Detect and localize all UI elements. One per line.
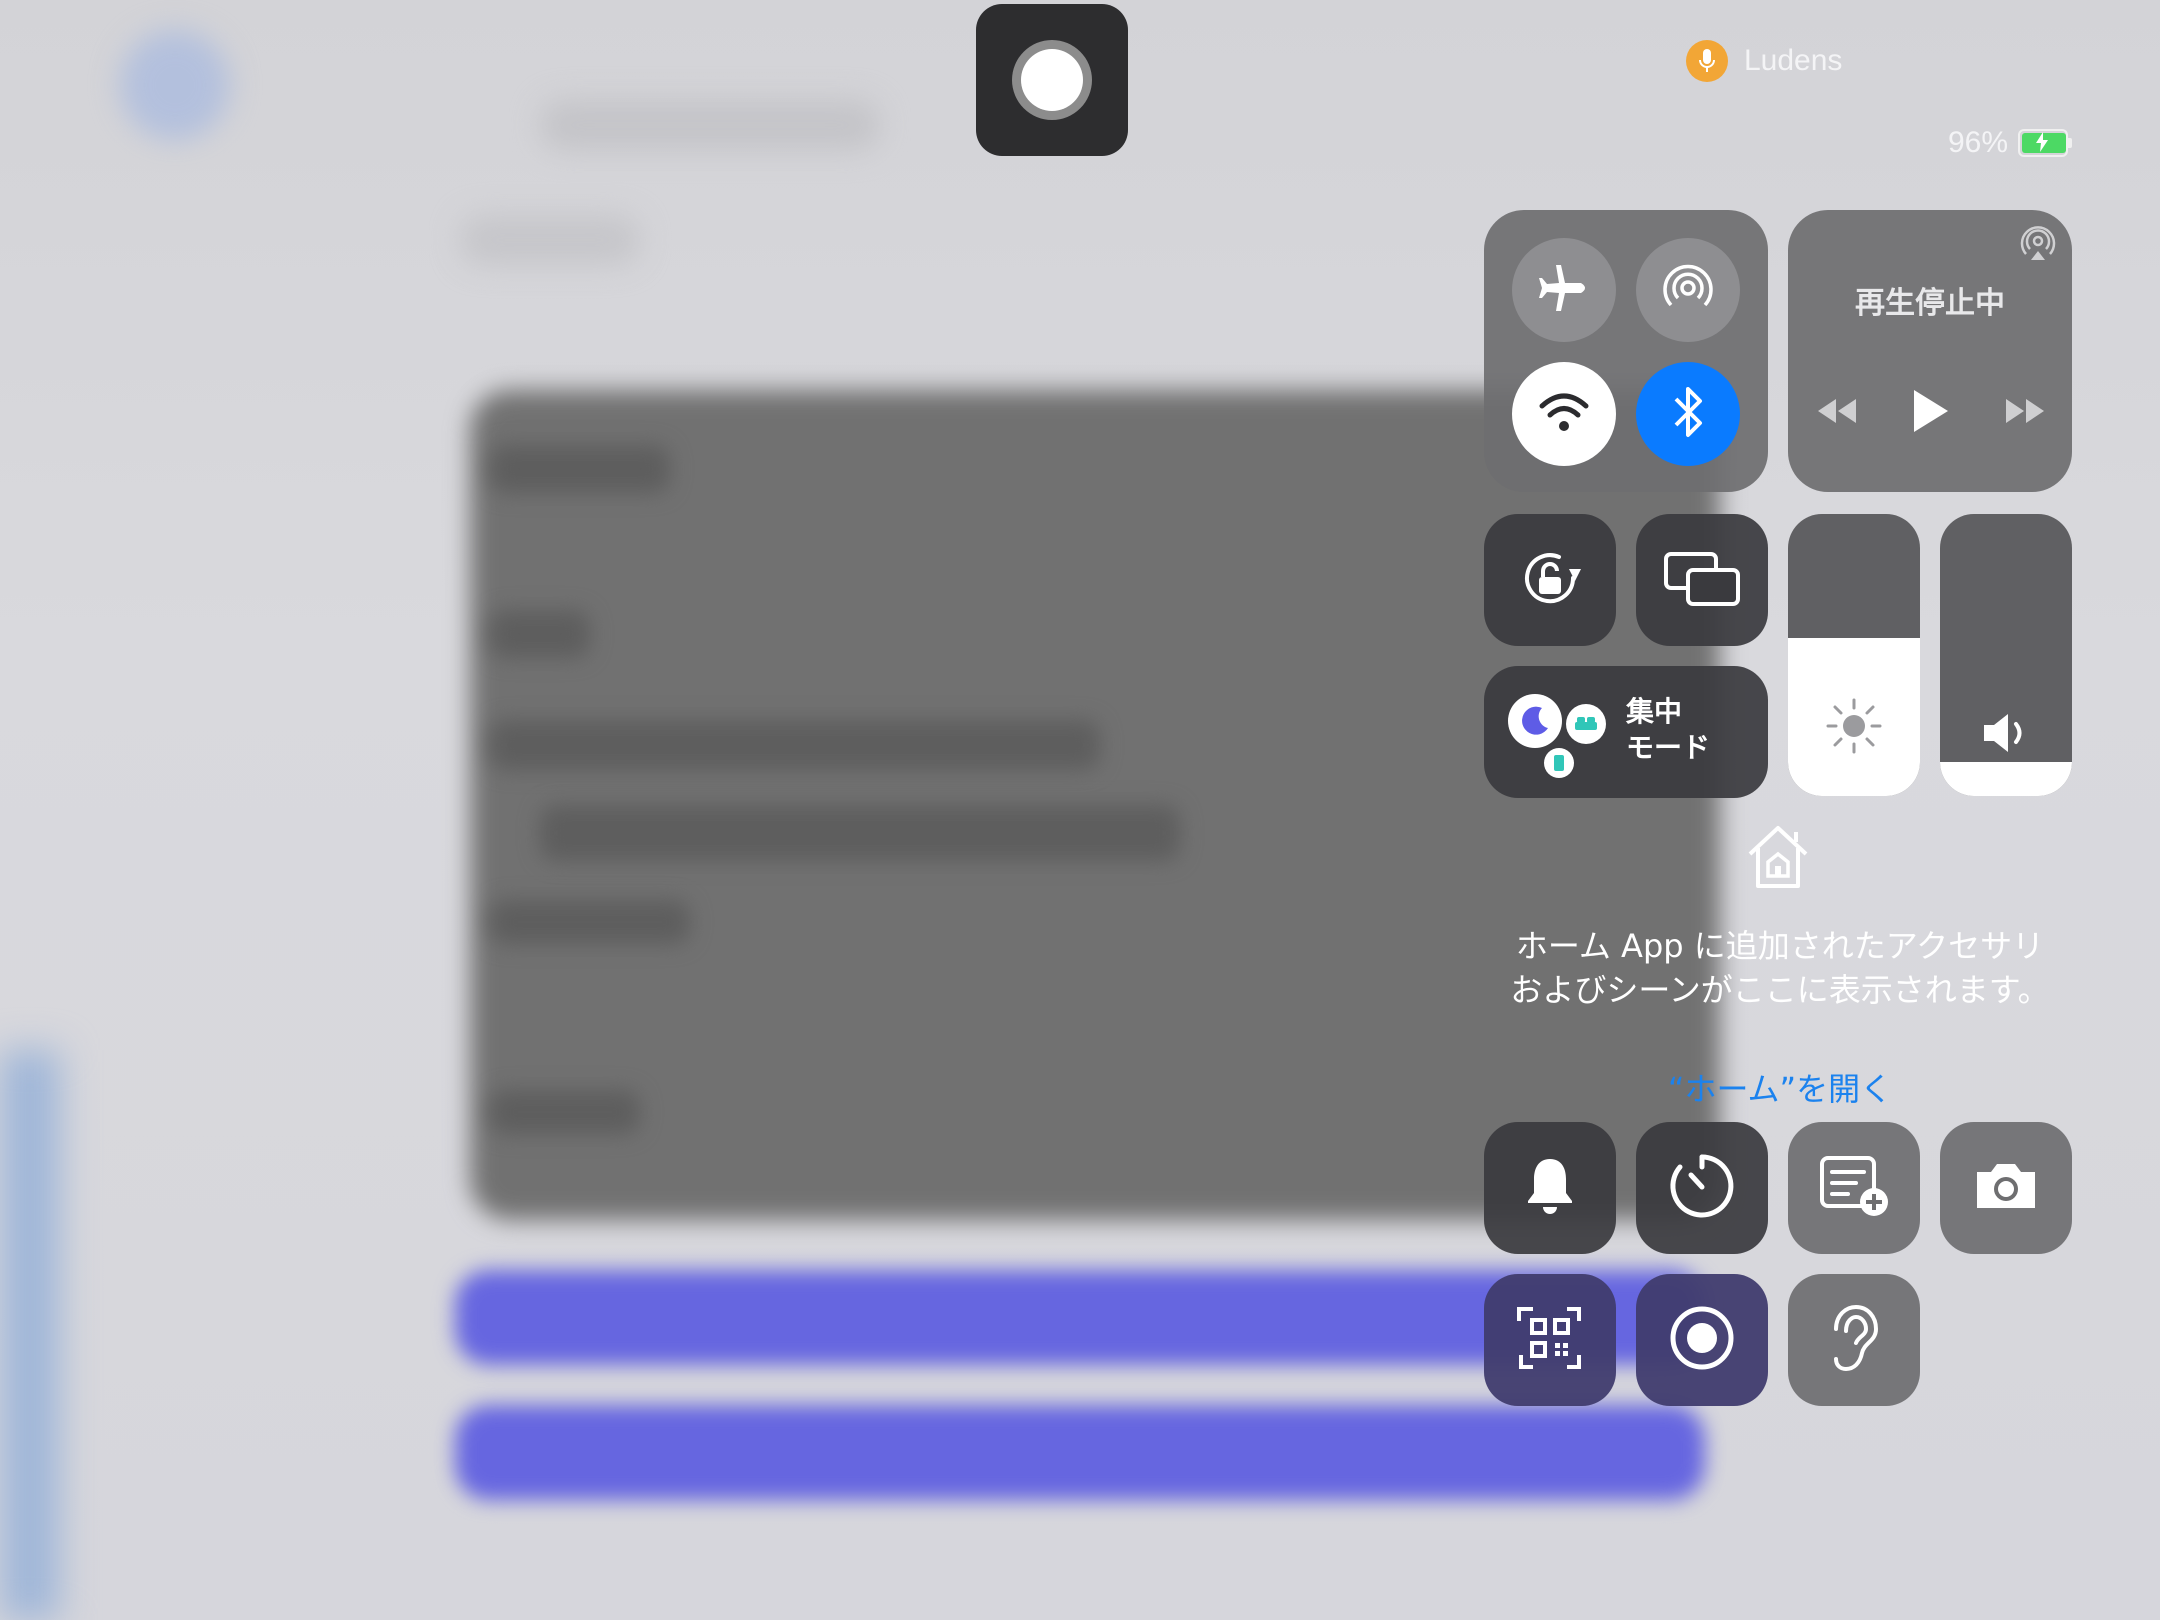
microphone-icon bbox=[1686, 40, 1728, 82]
bed-icon bbox=[1566, 704, 1606, 744]
airplay-icon[interactable] bbox=[2020, 226, 2056, 266]
hearing-icon bbox=[1826, 1303, 1882, 1377]
brightness-slider[interactable] bbox=[1788, 514, 1920, 796]
timer-icon bbox=[1667, 1151, 1737, 1225]
timer-button[interactable] bbox=[1636, 1122, 1768, 1254]
bluetooth-icon bbox=[1670, 385, 1706, 443]
orientation-lock-button[interactable] bbox=[1484, 514, 1616, 646]
wifi-toggle[interactable] bbox=[1512, 362, 1616, 466]
airdrop-toggle[interactable] bbox=[1636, 238, 1740, 342]
home-empty-message: ホーム App に追加されたアクセサリおよびシーンがここに表示されます。 bbox=[1510, 927, 2050, 1009]
battery-status: 96% bbox=[1948, 126, 2073, 160]
background-text-line bbox=[490, 1090, 640, 1134]
connectivity-module bbox=[1484, 210, 1768, 492]
screen-record-icon bbox=[1012, 40, 1092, 120]
rewind-icon bbox=[1814, 399, 1860, 430]
battery-icon bbox=[2018, 129, 2073, 157]
screen-mirroring-button[interactable] bbox=[1636, 514, 1768, 646]
background-avatar bbox=[120, 30, 230, 140]
battery-percent: 96% bbox=[1948, 126, 2009, 159]
home-icon bbox=[1740, 818, 1816, 898]
qr-code-scanner-button[interactable] bbox=[1484, 1274, 1616, 1406]
fast-forward-icon bbox=[2002, 399, 2048, 430]
open-home-link[interactable]: “ホーム”を開く bbox=[1500, 1064, 2060, 1110]
focus-mode-label: 集中 モード bbox=[1626, 695, 1711, 764]
background-text-line bbox=[490, 445, 670, 493]
screen-mirroring-icon bbox=[1662, 548, 1742, 612]
wifi-icon bbox=[1537, 390, 1591, 438]
airplane-mode-toggle[interactable] bbox=[1512, 238, 1616, 342]
background-label bbox=[460, 215, 640, 265]
sun-icon bbox=[1788, 694, 1920, 758]
bell-icon bbox=[1522, 1155, 1578, 1221]
quick-note-icon bbox=[1816, 1152, 1892, 1224]
airdrop-icon bbox=[1660, 260, 1716, 320]
focus-mode-button[interactable]: 集中 モード bbox=[1484, 666, 1768, 798]
hearing-button[interactable] bbox=[1788, 1274, 1920, 1406]
rotation-lock-icon bbox=[1513, 541, 1587, 619]
status-app-indicator[interactable]: Ludens bbox=[1686, 40, 1842, 82]
play-button[interactable] bbox=[1910, 388, 1950, 438]
play-icon bbox=[1910, 390, 1950, 438]
rewind-button[interactable] bbox=[1814, 396, 1860, 430]
camera-button[interactable] bbox=[1940, 1122, 2072, 1254]
playback-status: 再生停止中 bbox=[1855, 286, 2005, 321]
speaker-icon bbox=[1940, 708, 2072, 758]
quick-note-button[interactable] bbox=[1788, 1122, 1920, 1254]
volume-slider[interactable] bbox=[1940, 514, 2072, 796]
person-icon bbox=[1544, 748, 1574, 778]
background-text-line bbox=[490, 900, 690, 944]
background-sidebar-edge bbox=[0, 1050, 60, 1620]
background-text-line bbox=[490, 720, 1100, 770]
fast-forward-button[interactable] bbox=[2002, 396, 2048, 430]
background-text-line bbox=[540, 805, 1180, 861]
status-app-name: Ludens bbox=[1744, 44, 1843, 77]
airplane-icon bbox=[1537, 261, 1591, 319]
moon-icon bbox=[1508, 694, 1562, 748]
background-title bbox=[540, 100, 880, 150]
qr-code-scanner-icon bbox=[1515, 1303, 1585, 1377]
screen-recording-button[interactable] bbox=[1636, 1274, 1768, 1406]
silent-mode-button[interactable] bbox=[1484, 1122, 1616, 1254]
background-text-line bbox=[490, 610, 590, 658]
camera-icon bbox=[1971, 1158, 2041, 1218]
background-button bbox=[455, 1405, 1705, 1500]
now-playing-module[interactable]: 再生停止中 bbox=[1788, 210, 2072, 492]
bluetooth-toggle[interactable] bbox=[1636, 362, 1740, 466]
screen-recording-indicator[interactable] bbox=[976, 4, 1128, 156]
screen-record-icon bbox=[1667, 1303, 1737, 1377]
